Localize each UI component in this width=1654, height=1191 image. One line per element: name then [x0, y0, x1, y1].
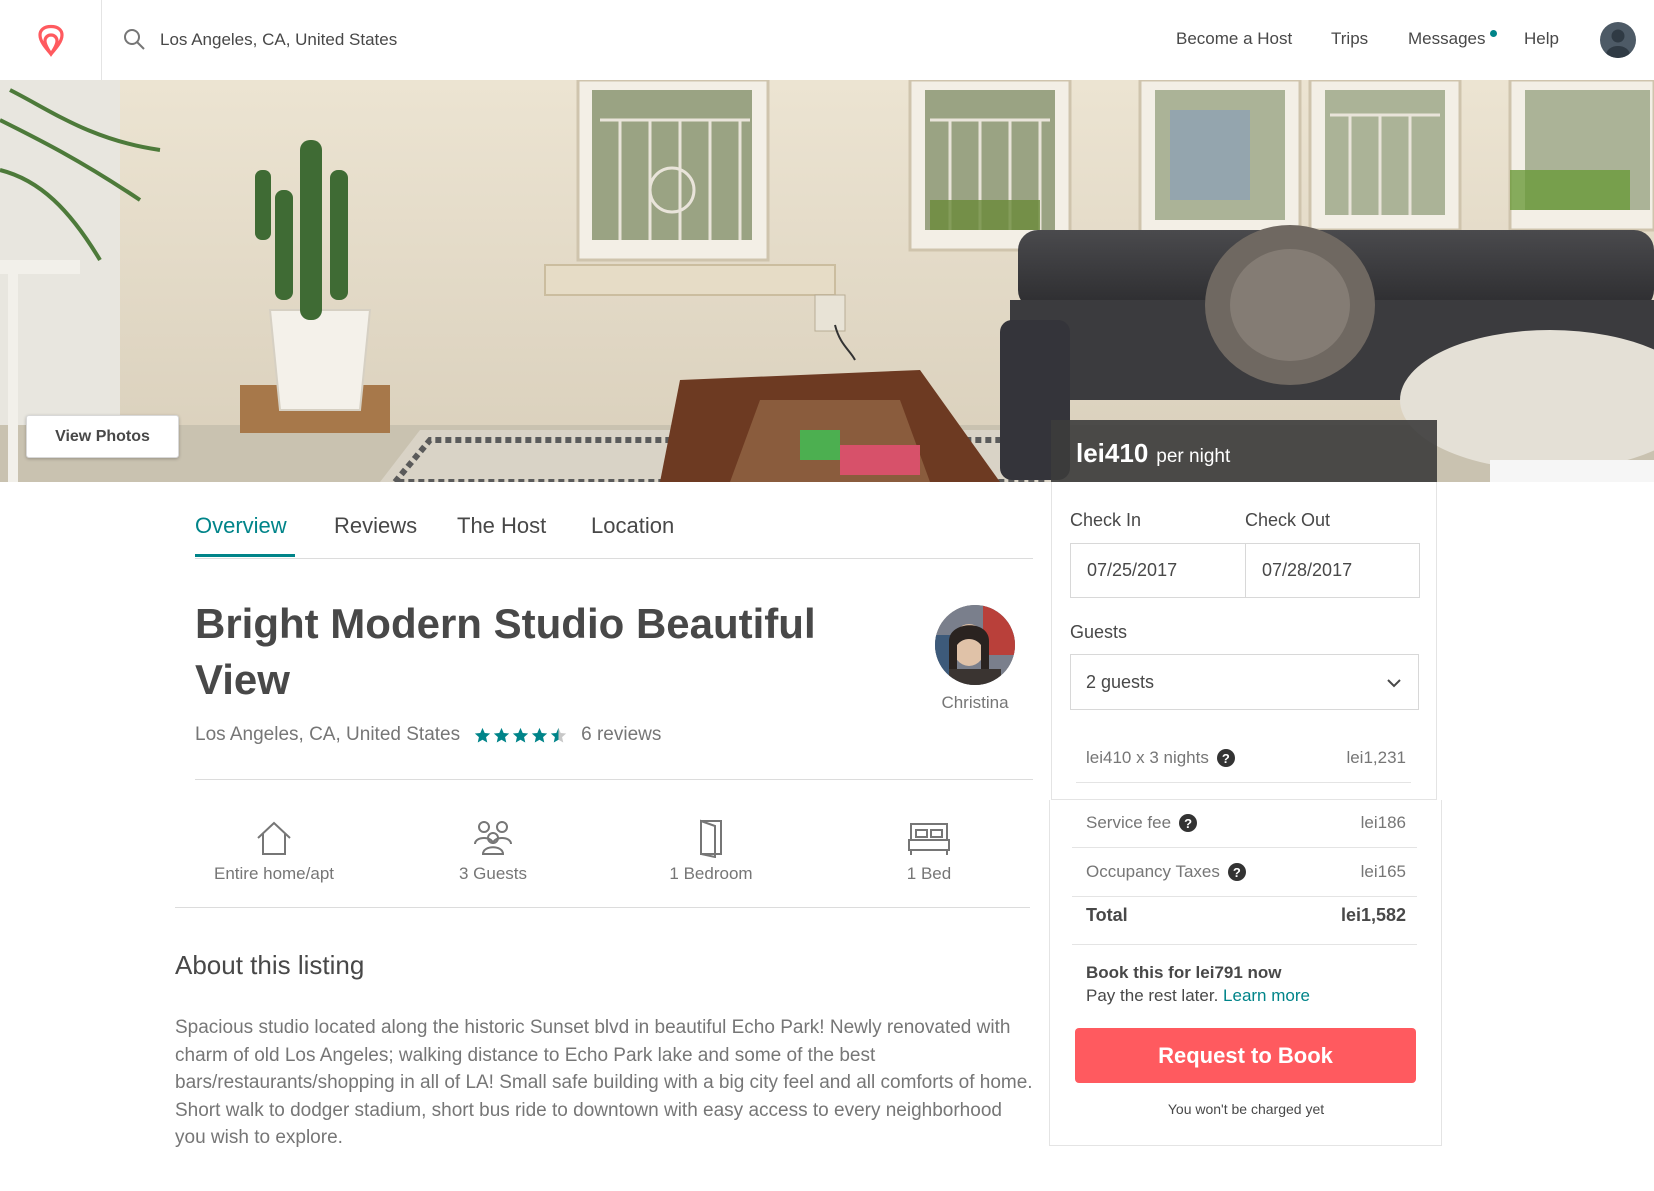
house-icon [257, 821, 291, 855]
help-question-icon[interactable]: ? [1216, 749, 1235, 767]
section-divider [195, 779, 1033, 780]
fee-divider [1076, 782, 1411, 783]
total-value: lei1,582 [1340, 905, 1406, 925]
total-row: Total lei1,582 [1076, 905, 1416, 935]
airbnb-logo-icon [37, 24, 64, 57]
taxes-label: Occupancy Taxes [1086, 862, 1220, 881]
nav-messages[interactable]: Messages [1408, 29, 1485, 49]
service-fee-label: Service fee [1086, 813, 1172, 832]
view-photos-button[interactable]: View Photos [26, 415, 179, 458]
tab-location[interactable]: Location [591, 513, 674, 539]
rating-stars [474, 727, 567, 744]
guests-icon [474, 821, 512, 855]
chevron-down-icon [1387, 679, 1401, 688]
partial-payment-heading: Book this for lei791 now [1086, 963, 1282, 982]
guests-select[interactable]: 2 guests [1070, 654, 1419, 710]
price-unit: per night [1156, 446, 1231, 467]
service-fee-value: lei186 [1360, 813, 1406, 832]
nav-become-host[interactable]: Become a Host [1176, 29, 1292, 49]
active-tab-indicator [195, 554, 295, 557]
listing-location-row: Los Angeles, CA, United States 6 reviews [195, 724, 661, 746]
fee-divider [1072, 847, 1417, 848]
host-name: Christina [941, 693, 1009, 712]
check-in-label: Check In [1070, 510, 1142, 530]
reviews-count-link[interactable]: 6 reviews [581, 724, 661, 746]
guests-label: Guests [1070, 622, 1128, 642]
help-question-icon[interactable]: ? [1227, 863, 1246, 881]
check-in-field[interactable]: 07/25/2017 [1070, 543, 1246, 598]
section-divider [175, 907, 1030, 908]
total-label: Total [1086, 905, 1128, 925]
check-out-field[interactable]: 07/28/2017 [1245, 543, 1420, 598]
half-star-icon [550, 727, 567, 743]
amenity-beds: 1 Bed [829, 818, 1029, 884]
price-per-night-bar: lei410 per night [1051, 420, 1437, 482]
top-nav-bar: Become a Host Trips Messages Help [0, 0, 1654, 81]
service-fee-row: Service fee ? lei186 [1076, 803, 1416, 843]
tab-the-host[interactable]: The Host [457, 513, 546, 539]
amenity-label: 3 Guests [458, 864, 528, 883]
taxes-value: lei165 [1360, 862, 1406, 881]
pay-rest-text: Pay the rest later. [1086, 986, 1219, 1005]
airbnb-logo[interactable] [0, 0, 102, 80]
fee-divider [1072, 944, 1417, 945]
nav-trips[interactable]: Trips [1331, 29, 1368, 49]
star-icon [512, 727, 529, 743]
guests-select-value: 2 guests [1086, 671, 1155, 692]
bed-icon [908, 823, 950, 855]
learn-more-link[interactable]: Learn more [1223, 986, 1310, 1005]
amenity-home-type: Entire home/apt [174, 818, 374, 884]
nav-help[interactable]: Help [1524, 29, 1559, 49]
host-avatar[interactable] [935, 605, 1015, 685]
amenity-label: Entire home/apt [213, 864, 334, 883]
search-input[interactable] [160, 22, 860, 58]
search-icon [124, 29, 145, 50]
amenity-guests: 3 Guests [393, 818, 593, 884]
help-question-icon[interactable]: ? [1179, 814, 1198, 832]
about-listing-description: Spacious studio located along the histor… [175, 1017, 1033, 1148]
about-listing-heading: About this listing [175, 950, 365, 980]
amenity-label: 1 Bed [906, 864, 952, 883]
nightly-price: lei410 [1076, 438, 1149, 468]
nights-fee-row: lei410 x 3 nights ? lei1,231 [1076, 738, 1416, 778]
request-to-book-button[interactable]: Request to Book [1075, 1028, 1416, 1083]
taxes-row: Occupancy Taxes ? lei165 [1076, 852, 1416, 892]
host-photo [935, 605, 1015, 685]
nights-fee-label: lei410 x 3 nights [1086, 748, 1209, 767]
tabs-divider [195, 558, 1033, 559]
amenity-label: 1 Bedroom [669, 864, 753, 883]
pay-rest-later: Pay the rest later. Learn more [1086, 986, 1310, 1006]
unread-message-dot [1490, 30, 1497, 37]
door-icon [700, 819, 722, 858]
star-icon [531, 727, 548, 743]
star-icon [474, 727, 491, 743]
tab-reviews[interactable]: Reviews [334, 513, 417, 539]
tab-overview[interactable]: Overview [195, 513, 287, 539]
user-avatar[interactable] [1600, 22, 1636, 58]
nights-fee-value: lei1,231 [1346, 748, 1406, 767]
star-icon [493, 727, 510, 743]
not-charged-note: You won't be charged yet [1167, 1101, 1325, 1117]
check-out-label: Check Out [1245, 510, 1331, 530]
amenity-bedrooms: 1 Bedroom [611, 818, 811, 884]
listing-title: Bright Modern Studio Beautiful View [195, 600, 816, 703]
user-silhouette-icon [1606, 29, 1630, 58]
fee-divider [1072, 896, 1417, 897]
listing-location: Los Angeles, CA, United States [195, 724, 461, 745]
